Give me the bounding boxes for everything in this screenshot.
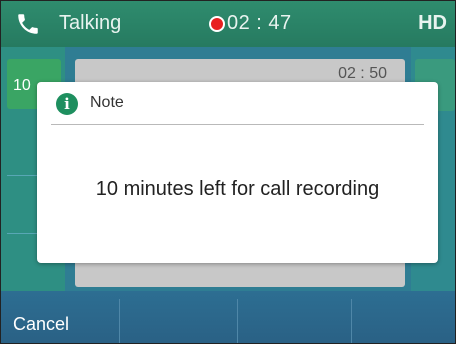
line-key-label: 10 <box>13 77 31 94</box>
status-bar: Talking 02 : 47 HD <box>1 1 455 47</box>
record-icon <box>209 16 225 32</box>
call-state-label: Talking <box>59 12 122 34</box>
softkey-4[interactable] <box>352 291 455 343</box>
dialog-message: 10 minutes left for call recording <box>95 178 380 200</box>
dialog-divider <box>51 124 424 125</box>
hd-indicator: HD <box>418 12 447 34</box>
call-duration: 02 : 50 <box>338 65 387 82</box>
cancel-button[interactable]: Cancel <box>1 291 119 343</box>
cancel-button-label: Cancel <box>13 314 70 334</box>
phone-screen: Talking 02 : 47 HD 10 02 : 50 i Note 10 … <box>0 0 456 344</box>
recording-timer: 02 : 47 <box>227 12 292 34</box>
softkey-bar: Cancel <box>1 291 455 343</box>
softkey-2[interactable] <box>120 291 236 343</box>
softkey-3[interactable] <box>238 291 350 343</box>
phone-icon <box>18 14 38 34</box>
dialog-title: Note <box>90 94 124 111</box>
note-dialog: i Note 10 minutes left for call recordin… <box>37 82 438 263</box>
info-icon: i <box>56 93 78 115</box>
